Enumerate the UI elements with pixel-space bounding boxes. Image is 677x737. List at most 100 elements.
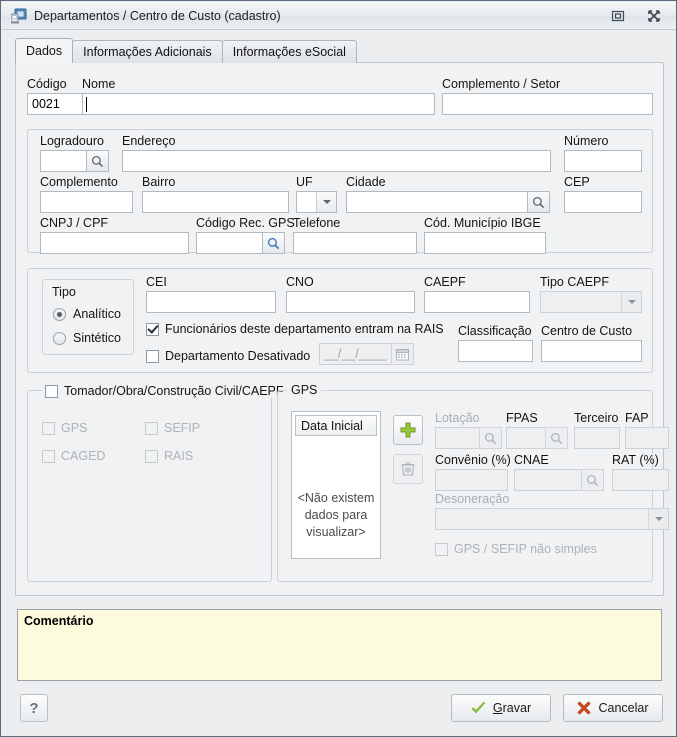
fpas-input[interactable] <box>506 427 546 449</box>
checkbox-checked-icon <box>146 323 159 336</box>
search-icon <box>267 237 280 250</box>
chevron-down-icon[interactable] <box>316 192 336 212</box>
checkbox-unchecked-icon <box>45 385 58 398</box>
logradouro-input[interactable] <box>40 150 87 172</box>
codigo-value: 0021 <box>32 96 60 113</box>
convenio-input[interactable] <box>435 469 508 491</box>
convenio-label: Convênio (%) <box>435 453 511 467</box>
classificacao-input[interactable] <box>458 340 533 362</box>
chevron-down-icon[interactable] <box>621 292 641 312</box>
cno-input[interactable] <box>286 291 415 313</box>
bairro-input[interactable] <box>142 191 289 213</box>
gps-add-button[interactable] <box>393 415 423 445</box>
rais-checkbox[interactable]: Funcionários deste departamento entram n… <box>146 322 444 336</box>
cep-input[interactable] <box>564 191 642 213</box>
help-button[interactable]: ? <box>20 694 48 722</box>
calendar-button[interactable] <box>391 343 414 365</box>
caepf-input[interactable] <box>424 291 530 313</box>
centro-de-custo-input[interactable] <box>541 340 642 362</box>
cod-municipio-ibge-input[interactable] <box>424 232 546 254</box>
tab-dados-label: Dados <box>26 44 62 58</box>
tab-dados[interactable]: Dados <box>15 38 73 63</box>
desoneracao-value <box>436 518 440 520</box>
desoneracao-select[interactable] <box>435 508 669 530</box>
checkbox-unchecked-icon <box>146 350 159 363</box>
desativado-date-input[interactable]: __/__/____ <box>319 343 392 365</box>
gps-list-empty-line3: visualizar> <box>292 524 380 541</box>
tab-page-dados: Código 0021 Nome Complemento / Setor Log… <box>15 62 664 596</box>
restore-window-icon[interactable] <box>609 7 627 25</box>
cnae-search-button[interactable] <box>581 469 604 491</box>
desoneracao-label: Desoneração <box>435 492 509 506</box>
rat-input[interactable] <box>612 469 669 491</box>
tipo-analitico-label: Analítico <box>73 307 121 321</box>
tab-informacoes-esocial-label: Informações eSocial <box>233 45 346 59</box>
cidade-label: Cidade <box>346 175 386 189</box>
cnpj-cpf-input[interactable] <box>40 232 189 254</box>
tipo-analitico-radio[interactable]: Analítico <box>53 307 121 321</box>
uf-label: UF <box>296 175 313 189</box>
cei-input[interactable] <box>146 291 276 313</box>
cancel-button[interactable]: Cancelar <box>563 694 663 722</box>
cidade-search-button[interactable] <box>527 191 550 213</box>
codigo-input[interactable]: 0021 <box>27 93 83 115</box>
cod-municipio-ibge-label: Cód. Município IBGE <box>424 216 541 230</box>
gps-list-empty-line1: <Não existem <box>292 490 380 507</box>
cidade-input[interactable] <box>346 191 528 213</box>
logradouro-search-button[interactable] <box>86 150 109 172</box>
codigo-label: Código <box>27 77 67 91</box>
endereco-input[interactable] <box>122 150 551 172</box>
gps-list[interactable]: Data Inicial <Não existem dados para vis… <box>291 411 381 559</box>
nome-input[interactable] <box>82 93 435 115</box>
window-title: Departamentos / Centro de Custo (cadastr… <box>34 9 281 23</box>
uf-select[interactable] <box>296 191 337 213</box>
terceiro-input[interactable] <box>574 427 620 449</box>
fap-input[interactable] <box>625 427 669 449</box>
complemento-setor-label: Complemento / Setor <box>442 77 560 91</box>
gps-sefip-nao-simples-checkbox[interactable]: GPS / SEFIP não simples <box>435 542 597 556</box>
window-titlebar: Departamentos / Centro de Custo (cadastr… <box>2 2 677 30</box>
tomador-caged-label: CAGED <box>61 449 105 463</box>
search-icon <box>586 474 599 487</box>
window-app-icon <box>11 8 27 24</box>
tomador-rais-checkbox[interactable]: RAIS <box>145 449 193 463</box>
telefone-input[interactable] <box>293 232 417 254</box>
gps-delete-button[interactable] <box>393 454 423 484</box>
tab-informacoes-esocial[interactable]: Informações eSocial <box>222 40 357 63</box>
complemento-setor-input[interactable] <box>442 93 653 115</box>
codigo-rec-gps-label: Código Rec. GPS <box>196 216 295 230</box>
save-button-rest: ravar <box>503 701 531 715</box>
cnae-input[interactable] <box>514 469 582 491</box>
codigo-rec-gps-input[interactable] <box>196 232 263 254</box>
fpas-label: FPAS <box>506 411 538 425</box>
chevron-down-icon[interactable] <box>648 509 668 529</box>
cei-label: CEI <box>146 275 167 289</box>
tipo-group: Tipo Analítico Sintético <box>42 279 134 355</box>
comentario-textarea[interactable]: Comentário <box>17 609 662 681</box>
gps-list-empty-message: <Não existem dados para visualizar> <box>292 490 380 541</box>
trash-icon <box>400 461 416 477</box>
fpas-search-button[interactable] <box>545 427 568 449</box>
complemento-input[interactable] <box>40 191 133 213</box>
save-button[interactable]: Gravar <box>451 694 551 722</box>
departamento-desativado-checkbox[interactable]: Departamento Desativado <box>146 349 310 363</box>
logradouro-label: Logradouro <box>40 134 104 148</box>
radio-selected-icon <box>53 308 66 321</box>
tipo-caepf-select[interactable] <box>540 291 642 313</box>
caepf-label: CAEPF <box>424 275 466 289</box>
save-button-label: Gravar <box>493 701 531 715</box>
tipo-sintetico-label: Sintético <box>73 331 121 345</box>
close-window-icon[interactable] <box>645 7 663 25</box>
numero-input[interactable] <box>564 150 642 172</box>
lotacao-search-button[interactable] <box>479 427 502 449</box>
tomador-caged-checkbox[interactable]: CAGED <box>42 449 105 463</box>
tomador-checkbox[interactable]: Tomador/Obra/Construção Civil/CAEPF <box>42 384 287 398</box>
numero-label: Número <box>564 134 608 148</box>
tab-informacoes-adicionais[interactable]: Informações Adicionais <box>72 40 223 63</box>
tipo-sintetico-radio[interactable]: Sintético <box>53 331 121 345</box>
search-icon <box>484 432 497 445</box>
tomador-gps-checkbox[interactable]: GPS <box>42 421 87 435</box>
tomador-sefip-checkbox[interactable]: SEFIP <box>145 421 200 435</box>
lotacao-input[interactable] <box>435 427 480 449</box>
codigo-rec-gps-search-button[interactable] <box>262 232 285 254</box>
